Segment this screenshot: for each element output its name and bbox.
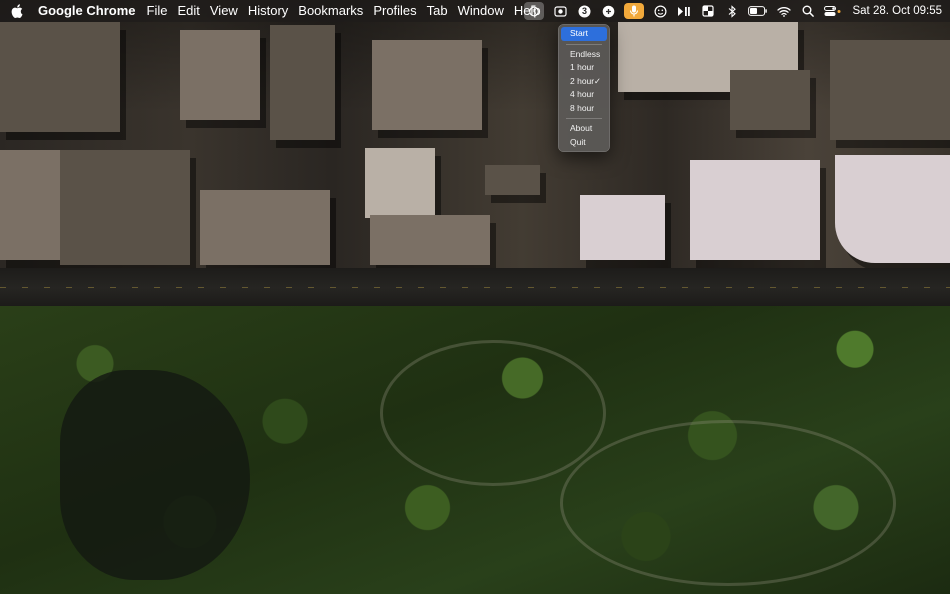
wallpaper-building (180, 30, 260, 120)
wallpaper-city (0, 0, 950, 280)
menu-view[interactable]: View (205, 0, 243, 22)
menu-item-quit[interactable]: Quit (561, 136, 607, 150)
menu-item-1-hour[interactable]: 1 hour (561, 61, 607, 75)
wallpaper-building (200, 190, 330, 265)
app-name-menu[interactable]: Google Chrome (32, 0, 142, 22)
menu-separator (566, 43, 602, 45)
wallpaper-building (485, 165, 540, 195)
menu-bar-left: Google Chrome File Edit View History Boo… (0, 0, 546, 22)
wallpaper-building (835, 155, 950, 263)
menu-file[interactable]: File (142, 0, 173, 22)
menu-separator (566, 118, 602, 119)
badge-3-icon[interactable] (576, 3, 592, 19)
menu-item-about[interactable]: About (561, 122, 607, 136)
checkmark-icon: ✓ (593, 75, 601, 86)
menu-bookmarks[interactable]: Bookmarks (293, 0, 368, 22)
control-center-icon[interactable] (824, 3, 842, 19)
wallpaper-building (830, 40, 950, 140)
wifi-icon[interactable] (776, 3, 792, 19)
menu-item-start[interactable]: Start (561, 27, 607, 41)
menu-profiles[interactable]: Profiles (368, 0, 421, 22)
wallpaper-building (730, 70, 810, 130)
wallpaper-path (380, 340, 606, 486)
menu-tab[interactable]: Tab (422, 0, 453, 22)
wallpaper-building (270, 25, 335, 140)
menu-item-4-hour[interactable]: 4 hour (561, 88, 607, 102)
microphone-icon[interactable] (624, 3, 645, 19)
menu-history[interactable]: History (243, 0, 293, 22)
menu-bar-status-area: Sat 28. Oct 09:55 (520, 0, 942, 22)
menu-item-endless[interactable]: Endless (561, 48, 607, 62)
timer-icon[interactable] (524, 2, 545, 20)
window-icon[interactable] (700, 3, 716, 19)
apple-icon[interactable] (10, 3, 24, 19)
menu-window[interactable]: Window (453, 0, 509, 22)
audio-icon[interactable] (600, 3, 616, 19)
wallpaper-path (560, 420, 896, 586)
wallpaper-building (372, 40, 482, 130)
face-icon[interactable] (652, 3, 668, 19)
play-pause-icon[interactable] (676, 3, 692, 19)
screenshot-icon[interactable] (552, 3, 568, 19)
wallpaper-building (580, 195, 665, 260)
menu-edit[interactable]: Edit (172, 0, 204, 22)
timer-dropdown-menu: Start Endless 1 hour 2 hour ✓ 4 hour 8 h… (558, 24, 610, 152)
menu-bar: Google Chrome File Edit View History Boo… (0, 0, 950, 22)
wallpaper-road (0, 268, 950, 308)
menu-bar-clock[interactable]: Sat 28. Oct 09:55 (852, 5, 942, 17)
wallpaper-building (365, 148, 435, 218)
menu-item-8-hour[interactable]: 8 hour (561, 102, 607, 116)
wallpaper-building (0, 22, 120, 132)
wallpaper-building (60, 150, 190, 265)
wallpaper-building (0, 150, 60, 260)
wallpaper-building (370, 215, 490, 265)
menu-item-label: 2 hour (570, 75, 595, 86)
desktop-wallpaper (0, 0, 950, 594)
wallpaper-building (690, 160, 820, 260)
menu-item-2-hour[interactable]: 2 hour ✓ (561, 75, 607, 89)
battery-icon[interactable] (748, 3, 768, 19)
bluetooth-icon[interactable] (724, 3, 740, 19)
search-icon[interactable] (800, 3, 816, 19)
